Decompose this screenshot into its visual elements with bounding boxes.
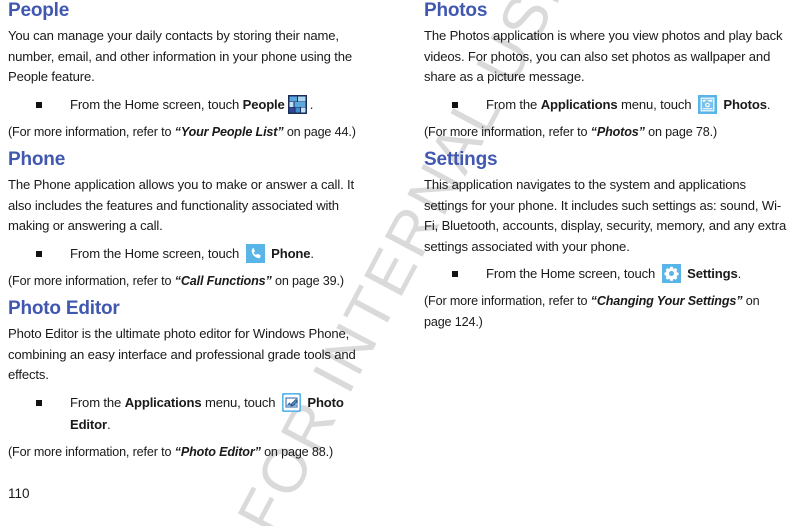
bullet-square-icon [36,399,42,406]
heading-settings: Settings [424,149,498,170]
step-photos-suffix: . [766,96,771,112]
step-photos-prefix-a: From the [486,96,541,112]
step-phone-suffix: . [310,245,314,261]
right-column: Photos The Photos application is where y… [424,0,788,332]
note-people: (For more information, refer to “Your Pe… [8,122,372,143]
bullet-square-icon [36,250,42,257]
bullet-square-icon [36,101,42,108]
heading-photos: Photos [424,0,488,21]
body-people: You can manage your daily contacts by st… [8,28,353,84]
step-photos: From the Applications menu, touch Photos… [424,94,788,116]
note-people-suffix: on page 44.) [283,124,356,139]
note-photos-suffix: on page 78.) [644,124,718,139]
step-people-prefix: From the Home screen, touch [70,96,243,112]
note-photo-editor: (For more information, refer to “Photo E… [8,442,372,463]
note-people-prefix: (For more information, refer to [8,124,175,139]
note-phone-italic: “Call Functions” [174,273,272,288]
step-phone-prefix: From the Home screen, touch [70,245,243,261]
note-phone: (For more information, refer to “Call Fu… [8,271,372,292]
step-settings-prefix: From the Home screen, touch [486,266,659,281]
section-phone: Phone The Phone application allows you t… [8,149,372,291]
bullet-square-icon [452,101,458,108]
note-photos-prefix: (For more information, refer to [424,124,591,139]
step-phone-label: Phone [271,245,311,261]
step-photo-editor: From the Applications menu, touch Photo … [8,392,372,436]
step-photos-prefix-b: menu, touch [617,96,695,112]
note-photo-editor-italic: “Photo Editor” [174,444,261,459]
manual-page: People You can manage your daily contact… [0,0,792,526]
section-photo-editor: Photo Editor Photo Editor is the ultimat… [8,298,372,462]
note-settings-italic: “Changing Your Settings” [590,294,743,308]
photos-camera-icon[interactable] [697,94,717,114]
step-settings: From the Home screen, touch Settings. [424,263,788,285]
body-photos: The Photos application is where you view… [424,28,783,84]
step-settings-suffix: . [737,266,742,281]
note-phone-suffix: on page 39.) [271,273,344,288]
bullet-square-icon [452,271,458,277]
note-photos-italic: “Photos” [590,124,645,139]
step-phone: From the Home screen, touch Phone. [8,243,372,265]
note-photos: (For more information, refer to “Photos”… [424,122,788,143]
note-photo-editor-prefix: (For more information, refer to [8,444,175,459]
section-settings: Settings This application navigates to t… [424,149,788,332]
body-settings: This application navigates to the system… [424,177,787,254]
step-people-suffix: . [309,96,314,112]
settings-gear-icon[interactable] [661,264,681,283]
note-settings: (For more information, refer to “Changin… [424,291,788,332]
body-photo-editor: Photo Editor is the ultimate photo edito… [8,326,356,382]
step-photos-label: Photos [723,96,767,112]
people-tiles-icon[interactable] [287,94,307,114]
note-people-italic: “Your People List” [174,124,284,139]
section-photos: Photos The Photos application is where y… [424,0,788,142]
note-phone-prefix: (For more information, refer to [8,273,175,288]
section-people: People You can manage your daily contact… [8,0,372,142]
step-photo-editor-prefix-a: From the [70,394,125,410]
body-phone: The Phone application allows you to make… [8,177,355,233]
heading-phone: Phone [8,149,66,170]
heading-people: People [8,0,70,21]
note-settings-prefix: (For more information, refer to [424,294,591,308]
page-number: 110 [8,486,30,501]
phone-handset-icon[interactable] [245,243,265,263]
photo-editor-icon[interactable] [281,392,301,412]
step-photo-editor-suffix: . [106,416,111,432]
step-settings-label: Settings [687,266,738,281]
left-column: People You can manage your daily contact… [8,0,372,462]
step-people-label: People [242,96,285,112]
step-people: From the Home screen, touch People . [8,94,372,116]
heading-photo-editor: Photo Editor [8,298,120,319]
step-photos-menu: Applications [540,96,618,112]
note-photo-editor-suffix: on page 88.) [260,444,333,459]
step-photo-editor-prefix-b: menu, touch [201,394,279,410]
step-photo-editor-menu: Applications [124,394,202,410]
